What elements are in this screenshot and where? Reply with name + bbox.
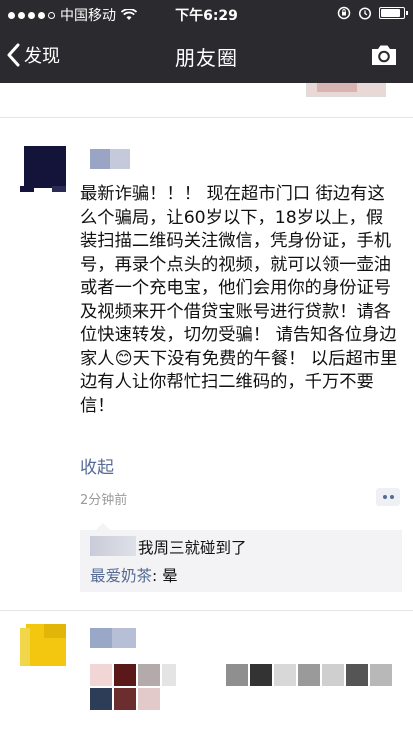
previous-post-image[interactable] [306, 83, 386, 97]
divider [0, 117, 413, 118]
collapse-link[interactable]: 收起 [80, 453, 114, 478]
battery-icon [379, 7, 408, 19]
status-bar: 中国移动 下午6:29 [0, 0, 413, 28]
comment-text: 晕 [162, 567, 178, 585]
comment-area: 我周三就碰到了 最爱奶茶: 晕 [80, 523, 402, 592]
comment: 最爱奶茶: 晕 [90, 564, 178, 586]
commenter-name[interactable]: 最爱奶茶 [90, 567, 152, 585]
post-time: 2分钟前 [80, 493, 128, 508]
camera-icon[interactable] [369, 42, 399, 68]
nav-bar: 发现 朋友圈 [0, 28, 413, 83]
commenter-name-blurred[interactable] [90, 536, 136, 556]
status-right [337, 6, 408, 20]
avatar[interactable] [20, 620, 66, 666]
comment-text: 我周三就碰到了 [138, 539, 247, 557]
more-icon[interactable] [376, 488, 400, 506]
post-text: 最新诈骗！！！ 现在超市门口 街边有这么个骗局，让60岁以下，18岁以上，假装扫… [80, 184, 398, 416]
pixelated-post-text [90, 664, 392, 710]
avatar[interactable] [20, 146, 66, 192]
page-title: 朋友圈 [175, 46, 238, 70]
comment-separator: : [152, 567, 163, 585]
alarm-icon [358, 7, 372, 20]
rotation-lock-icon [337, 6, 351, 20]
divider [0, 610, 413, 611]
poster-name-blurred[interactable] [90, 628, 136, 648]
poster-name-blurred[interactable] [90, 149, 130, 169]
moments-feed: 最新诈骗！！！ 现在超市门口 街边有这么个骗局，让60岁以下，18岁以上，假装扫… [0, 83, 413, 733]
